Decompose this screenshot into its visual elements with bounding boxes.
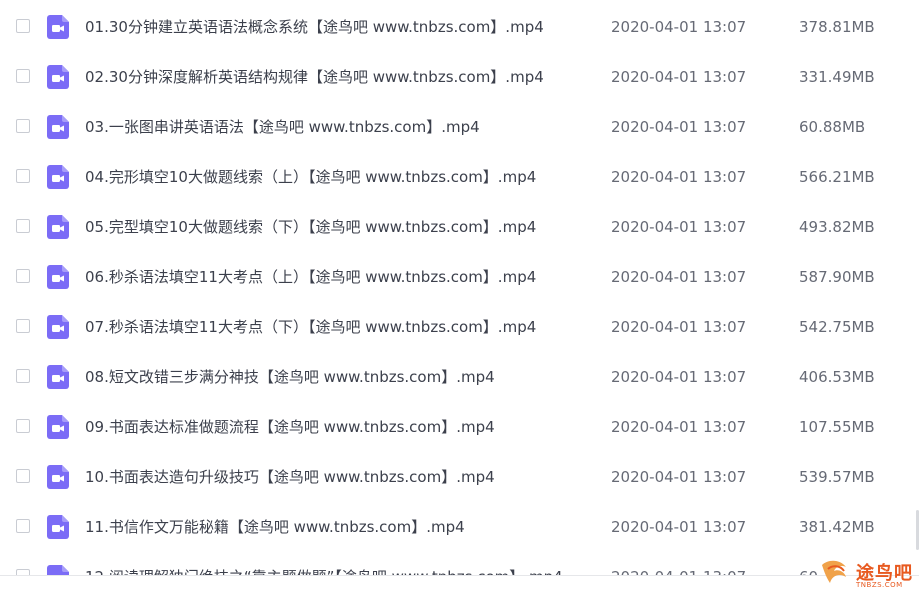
file-name[interactable]: 02.30分钟深度解析英语结构规律【途鸟吧 www.tnbzs.com】.mp4 bbox=[85, 67, 544, 87]
file-size: 539.57MB bbox=[799, 468, 875, 486]
bird-logo-icon bbox=[822, 560, 846, 583]
video-file-icon bbox=[47, 315, 69, 339]
file-date: 2020-04-01 13:07 bbox=[611, 518, 747, 536]
video-file-icon bbox=[47, 265, 69, 289]
file-size: 378.81MB bbox=[799, 18, 875, 36]
file-date: 2020-04-01 13:07 bbox=[611, 418, 747, 436]
file-date: 2020-04-01 13:07 bbox=[611, 168, 747, 186]
file-row[interactable]: 05.完型填空10大做题线索（下）【途鸟吧 www.tnbzs.com】.mp4… bbox=[0, 202, 919, 252]
file-size: 107.55MB bbox=[799, 418, 875, 436]
video-file-icon bbox=[47, 415, 69, 439]
row-checkbox[interactable] bbox=[16, 119, 30, 133]
file-row[interactable]: 03.一张图串讲英语语法【途鸟吧 www.tnbzs.com】.mp4 2020… bbox=[0, 102, 919, 152]
file-row[interactable]: 02.30分钟深度解析英语结构规律【途鸟吧 www.tnbzs.com】.mp4… bbox=[0, 52, 919, 102]
file-date: 2020-04-01 13:07 bbox=[611, 268, 747, 286]
row-checkbox[interactable] bbox=[16, 169, 30, 183]
file-size: 60.88MB bbox=[799, 118, 866, 136]
file-size: 331.49MB bbox=[799, 68, 875, 86]
file-date: 2020-04-01 13:07 bbox=[611, 218, 747, 236]
file-row[interactable]: 11.书信作文万能秘籍【途鸟吧 www.tnbzs.com】.mp4 2020-… bbox=[0, 502, 919, 552]
file-name[interactable]: 04.完形填空10大做题线索（上）【途鸟吧 www.tnbzs.com】.mp4 bbox=[85, 167, 536, 187]
file-date: 2020-04-01 13:07 bbox=[611, 368, 747, 386]
video-file-icon bbox=[47, 465, 69, 489]
file-name[interactable]: 03.一张图串讲英语语法【途鸟吧 www.tnbzs.com】.mp4 bbox=[85, 117, 480, 137]
row-checkbox[interactable] bbox=[16, 469, 30, 483]
file-name[interactable]: 11.书信作文万能秘籍【途鸟吧 www.tnbzs.com】.mp4 bbox=[85, 517, 465, 537]
video-file-icon bbox=[47, 115, 69, 139]
file-name[interactable]: 08.短文改错三步满分神技【途鸟吧 www.tnbzs.com】.mp4 bbox=[85, 367, 495, 387]
file-row[interactable]: 09.书面表达标准做题流程【途鸟吧 www.tnbzs.com】.mp4 202… bbox=[0, 402, 919, 452]
file-row[interactable]: 07.秒杀语法填空11大考点（下）【途鸟吧 www.tnbzs.com】.mp4… bbox=[0, 302, 919, 352]
video-file-icon bbox=[47, 165, 69, 189]
list-footer-bar bbox=[0, 575, 919, 595]
row-checkbox[interactable] bbox=[16, 519, 30, 533]
file-date: 2020-04-01 13:07 bbox=[611, 68, 747, 86]
file-size: 542.75MB bbox=[799, 318, 875, 336]
file-row[interactable]: 04.完形填空10大做题线索（上）【途鸟吧 www.tnbzs.com】.mp4… bbox=[0, 152, 919, 202]
video-file-icon bbox=[47, 65, 69, 89]
row-checkbox[interactable] bbox=[16, 319, 30, 333]
file-row[interactable]: 08.短文改错三步满分神技【途鸟吧 www.tnbzs.com】.mp4 202… bbox=[0, 352, 919, 402]
video-file-icon bbox=[47, 515, 69, 539]
row-checkbox[interactable] bbox=[16, 269, 30, 283]
file-name[interactable]: 09.书面表达标准做题流程【途鸟吧 www.tnbzs.com】.mp4 bbox=[85, 417, 495, 437]
video-file-icon bbox=[47, 15, 69, 39]
file-date: 2020-04-01 13:07 bbox=[611, 318, 747, 336]
file-row[interactable]: 06.秒杀语法填空11大考点（上）【途鸟吧 www.tnbzs.com】.mp4… bbox=[0, 252, 919, 302]
file-size: 493.82MB bbox=[799, 218, 875, 236]
file-name[interactable]: 05.完型填空10大做题线索（下）【途鸟吧 www.tnbzs.com】.mp4 bbox=[85, 217, 536, 237]
file-name[interactable]: 06.秒杀语法填空11大考点（上）【途鸟吧 www.tnbzs.com】.mp4 bbox=[85, 267, 536, 287]
video-file-icon bbox=[47, 365, 69, 389]
file-size: 566.21MB bbox=[799, 168, 875, 186]
file-name[interactable]: 10.书面表达造句升级技巧【途鸟吧 www.tnbzs.com】.mp4 bbox=[85, 467, 495, 487]
row-checkbox[interactable] bbox=[16, 19, 30, 33]
file-row[interactable]: 01.30分钟建立英语语法概念系统【途鸟吧 www.tnbzs.com】.mp4… bbox=[0, 2, 919, 52]
file-date: 2020-04-01 13:07 bbox=[611, 118, 747, 136]
file-name[interactable]: 07.秒杀语法填空11大考点（下）【途鸟吧 www.tnbzs.com】.mp4 bbox=[85, 317, 536, 337]
watermark: 途鸟吧 TNBZS.COM bbox=[818, 553, 918, 593]
file-size: 406.53MB bbox=[799, 368, 875, 386]
file-size: 587.90MB bbox=[799, 268, 875, 286]
watermark-subtext: TNBZS.COM bbox=[856, 581, 903, 589]
file-list: 01.30分钟建立英语语法概念系统【途鸟吧 www.tnbzs.com】.mp4… bbox=[0, 2, 919, 602]
file-date: 2020-04-01 13:07 bbox=[611, 468, 747, 486]
file-size: 381.42MB bbox=[799, 518, 875, 536]
file-row[interactable]: 10.书面表达造句升级技巧【途鸟吧 www.tnbzs.com】.mp4 202… bbox=[0, 452, 919, 502]
row-checkbox[interactable] bbox=[16, 369, 30, 383]
video-file-icon bbox=[47, 215, 69, 239]
file-name[interactable]: 01.30分钟建立英语语法概念系统【途鸟吧 www.tnbzs.com】.mp4 bbox=[85, 17, 544, 37]
row-checkbox[interactable] bbox=[16, 419, 30, 433]
file-date: 2020-04-01 13:07 bbox=[611, 18, 747, 36]
row-checkbox[interactable] bbox=[16, 219, 30, 233]
row-checkbox[interactable] bbox=[16, 69, 30, 83]
